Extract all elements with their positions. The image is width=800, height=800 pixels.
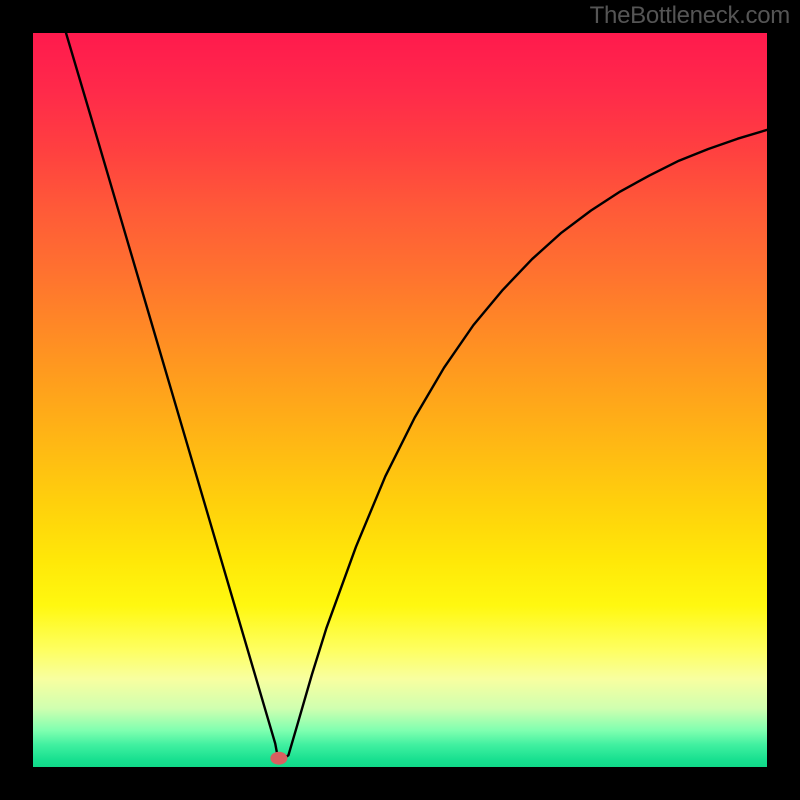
watermark-text: TheBottleneck.com bbox=[590, 2, 790, 30]
curve-layer bbox=[33, 33, 767, 767]
bottleneck-curve bbox=[66, 33, 767, 758]
plot-area bbox=[33, 33, 767, 767]
minimum-marker bbox=[270, 752, 287, 765]
